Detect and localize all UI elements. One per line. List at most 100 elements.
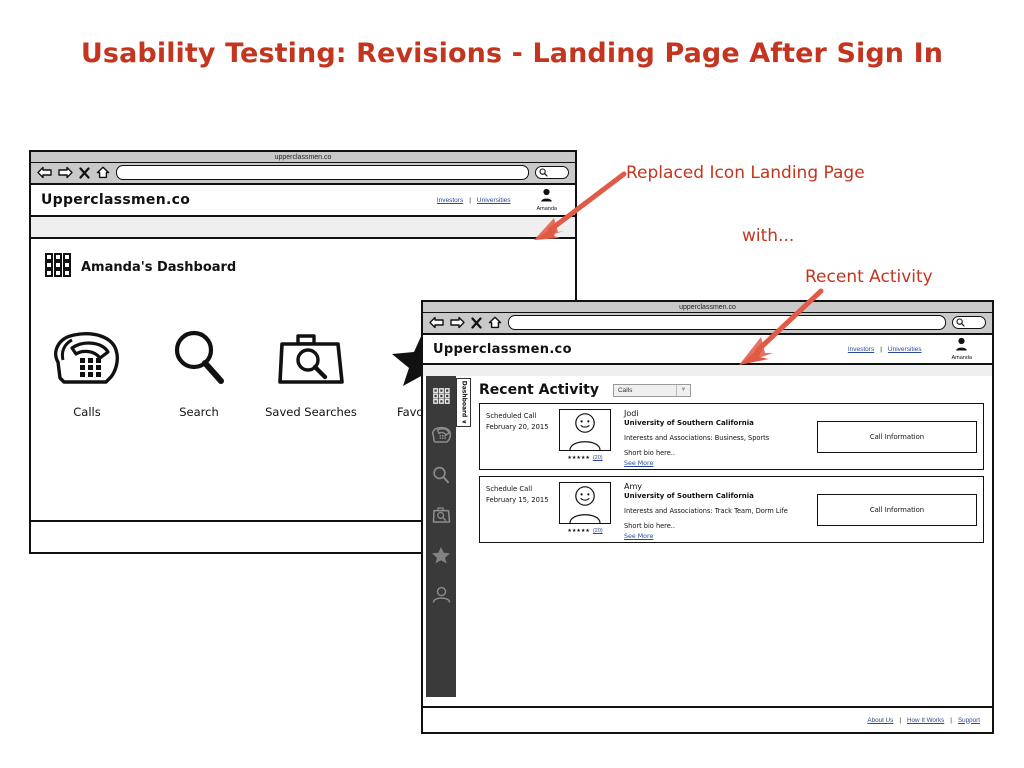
close-icon[interactable] [79, 166, 90, 179]
header-link-investors[interactable]: Investors [437, 197, 463, 204]
search-icon [539, 164, 548, 182]
phone-icon [50, 328, 124, 393]
forward-arrow-icon[interactable] [450, 316, 465, 329]
activity-card-info: Jodi University of Southern California I… [616, 409, 817, 467]
dashboard-tab-toggle[interactable]: Dashboard ∨ [456, 378, 471, 427]
forward-arrow-icon[interactable] [58, 166, 73, 179]
call-information-button[interactable]: Call Information [817, 493, 977, 526]
sidebar-item-favorites[interactable] [431, 546, 451, 564]
browser-search-input[interactable] [535, 166, 569, 179]
activity-date: February 20, 2015 [486, 422, 549, 431]
search-icon [956, 314, 965, 332]
annotation-recent-activity: Recent Activity [805, 267, 933, 287]
avatar[interactable]: Amanda [536, 188, 558, 213]
browser-search-input[interactable] [952, 316, 986, 329]
sidebar-item-calls[interactable] [431, 426, 452, 444]
see-more-link[interactable]: See More [624, 460, 817, 467]
activity-card-info: Amy University of Southern California In… [616, 482, 817, 540]
grid-icon [45, 253, 71, 282]
footer-separator: | [950, 716, 952, 724]
dashboard-tab-label: Dashboard ∨ [460, 380, 467, 425]
person-photo-icon [559, 409, 611, 451]
header-link-universities[interactable]: Universities [888, 346, 922, 353]
activity-filter-select[interactable]: Calls ▼ [612, 383, 691, 397]
page-title: Usability Testing: Revisions - Landing P… [80, 38, 944, 69]
sidebar-item-dashboard[interactable] [432, 388, 450, 404]
person-bio: Short bio here.. [624, 449, 675, 458]
avatar-label: Amanda [951, 354, 973, 361]
person-name: Amy [624, 482, 642, 491]
activity-card-action: Call Information [817, 409, 977, 464]
footer-link-support[interactable]: Support [958, 717, 980, 724]
annotation-replaced-icon-landing-page: Replaced Icon Landing Page [626, 163, 865, 183]
back-arrow-icon[interactable] [37, 166, 52, 179]
site-header: Upperclassmen.co Investors | Universitie… [423, 335, 992, 365]
rating-count-link[interactable]: (20) [593, 528, 603, 534]
tile-label-search: Search [179, 405, 219, 419]
header-links: Investors | Universities [437, 197, 511, 204]
tile-label-calls: Calls [73, 405, 101, 419]
site-header: Upperclassmen.co Investors | Universitie… [31, 185, 575, 217]
activity-card-action: Call Information [817, 482, 977, 537]
dashboard-tile-search[interactable]: Search [143, 328, 255, 419]
home-icon[interactable] [488, 316, 502, 329]
recent-activity-title: Recent Activity [479, 382, 599, 398]
avatar[interactable]: Amanda [951, 337, 973, 362]
header-link-separator: | [469, 196, 471, 204]
activity-date: February 15, 2015 [486, 495, 549, 504]
person-school: University of Southern California [624, 492, 754, 500]
dashboard-tile-saved-searches[interactable]: Saved Searches [255, 328, 367, 419]
activity-card-when: Scheduled Call February 20, 2015 [486, 409, 554, 464]
activity-card-photo: ★★★★★ (20) [554, 482, 616, 537]
activity-filter-value: Calls [617, 386, 633, 394]
annotation-with: with... [742, 226, 795, 246]
footer-separator: | [899, 716, 901, 724]
user-avatar-icon [540, 188, 553, 207]
activity-status: Schedule Call [486, 485, 533, 493]
call-information-button[interactable]: Call Information [817, 420, 977, 453]
user-avatar-icon [955, 337, 968, 356]
browser-nav-bar [31, 163, 575, 185]
header-link-universities[interactable]: Universities [477, 197, 511, 204]
brand-logo[interactable]: Upperclassmen.co [41, 192, 190, 208]
back-arrow-icon[interactable] [429, 316, 444, 329]
dashboard-title-row: Amanda's Dashboard [31, 239, 575, 282]
recent-activity-header: Recent Activity Calls ▼ [479, 382, 984, 398]
url-input[interactable] [508, 315, 946, 330]
dashboard-tile-calls[interactable]: Calls [31, 328, 143, 419]
chevron-down-icon: ▼ [675, 384, 690, 396]
activity-card[interactable]: Scheduled Call February 20, 2015 ★★★★★ (… [479, 403, 984, 470]
recent-activity-panel: Recent Activity Calls ▼ Scheduled Call F… [471, 376, 992, 706]
sub-nav-bar [31, 217, 575, 239]
activity-status: Scheduled Call [486, 412, 537, 420]
header-link-separator: | [880, 345, 882, 353]
app-body: Dashboard ∨ Recent Activity Calls ▼ Sche… [423, 376, 992, 706]
site-footer: About Us | How It Works | Support [423, 706, 992, 732]
person-school: University of Southern California [624, 419, 754, 427]
person-name: Jodi [624, 409, 639, 418]
footer-link-about-us[interactable]: About Us [867, 717, 893, 724]
person-photo-icon [559, 482, 611, 524]
activity-rating: ★★★★★ (20) [567, 528, 602, 534]
see-more-link[interactable]: See More [624, 533, 817, 540]
footer-link-how-it-works[interactable]: How It Works [907, 717, 944, 724]
sidebar-item-search[interactable] [432, 466, 450, 484]
close-icon[interactable] [471, 316, 482, 329]
tile-label-saved-searches: Saved Searches [265, 405, 357, 419]
home-icon[interactable] [96, 166, 110, 179]
header-links: Investors | Universities [848, 346, 922, 353]
person-interests: Interests and Associations: Track Team, … [624, 507, 788, 516]
star-rating-icon: ★★★★★ [567, 527, 590, 534]
star-rating-icon: ★★★★★ [567, 454, 590, 461]
browser-window-recent-activity: upperclassmen.co Upperclassmen.co Invest… [421, 300, 994, 734]
rating-count-link[interactable]: (20) [593, 455, 603, 461]
activity-card[interactable]: Schedule Call February 15, 2015 ★★★★★ (2… [479, 476, 984, 543]
magnifier-icon [167, 328, 231, 393]
header-link-investors[interactable]: Investors [848, 346, 874, 353]
sidebar-item-profile[interactable] [432, 586, 451, 604]
brand-logo[interactable]: Upperclassmen.co [433, 342, 572, 357]
folder-search-icon [274, 328, 348, 393]
url-input[interactable] [116, 165, 529, 180]
avatar-label: Amanda [536, 205, 558, 212]
sidebar-item-saved-searches[interactable] [432, 506, 451, 524]
